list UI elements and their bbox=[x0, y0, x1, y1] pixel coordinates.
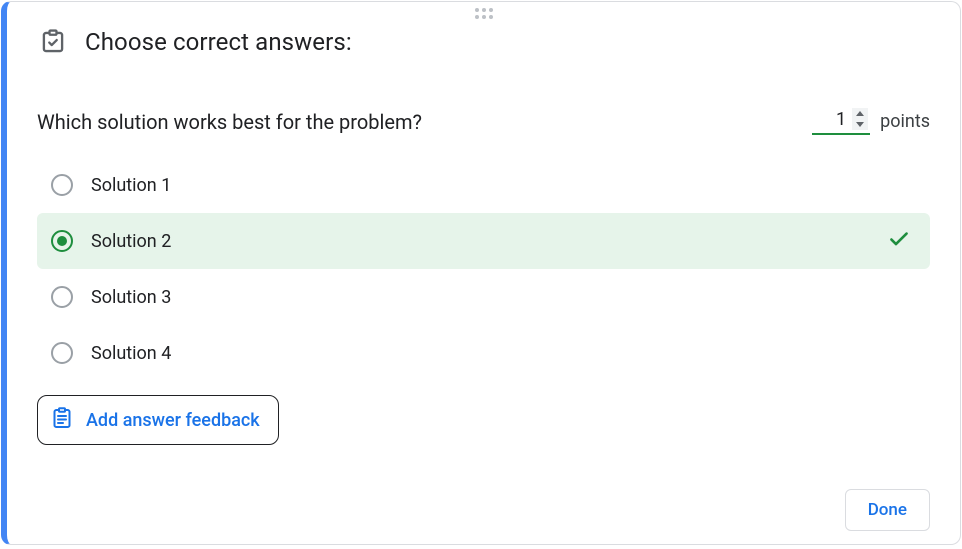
points-stepper bbox=[852, 108, 868, 130]
card-body: Which solution works best for the proble… bbox=[7, 80, 960, 455]
option-label: Solution 1 bbox=[91, 175, 916, 196]
option-label: Solution 4 bbox=[91, 343, 916, 364]
option-row[interactable]: Solution 3 bbox=[37, 269, 930, 325]
points-step-down[interactable] bbox=[852, 119, 868, 130]
done-button[interactable]: Done bbox=[845, 489, 930, 531]
radio-icon bbox=[51, 174, 73, 196]
option-row[interactable]: Solution 1 bbox=[37, 157, 930, 213]
option-row[interactable]: Solution 4 bbox=[37, 325, 930, 381]
answer-key-card: Choose correct answers: Which solution w… bbox=[1, 1, 961, 545]
clipboard-list-icon bbox=[50, 406, 74, 434]
options-list: Solution 1 Solution 2 Solution 3 Solutio… bbox=[37, 157, 930, 381]
radio-icon bbox=[51, 342, 73, 364]
option-label: Solution 2 bbox=[91, 231, 868, 252]
radio-icon bbox=[51, 286, 73, 308]
points-group: points bbox=[812, 108, 930, 135]
option-row[interactable]: Solution 2 bbox=[37, 213, 930, 269]
question-text: Which solution works best for the proble… bbox=[37, 110, 422, 134]
option-label: Solution 3 bbox=[91, 287, 916, 308]
card-footer: Done bbox=[7, 475, 960, 549]
drag-handle-icon[interactable] bbox=[475, 8, 493, 19]
checkbox-clipboard-icon bbox=[39, 28, 67, 56]
points-input-wrap bbox=[812, 108, 870, 135]
question-row: Which solution works best for the proble… bbox=[37, 108, 930, 135]
check-icon bbox=[886, 226, 916, 256]
points-input[interactable] bbox=[818, 109, 846, 130]
add-answer-feedback-button[interactable]: Add answer feedback bbox=[37, 395, 279, 445]
add-answer-feedback-label: Add answer feedback bbox=[86, 410, 260, 431]
points-step-up[interactable] bbox=[852, 108, 868, 119]
radio-icon bbox=[51, 230, 73, 252]
card-title: Choose correct answers: bbox=[85, 28, 352, 56]
points-label: points bbox=[880, 111, 930, 132]
